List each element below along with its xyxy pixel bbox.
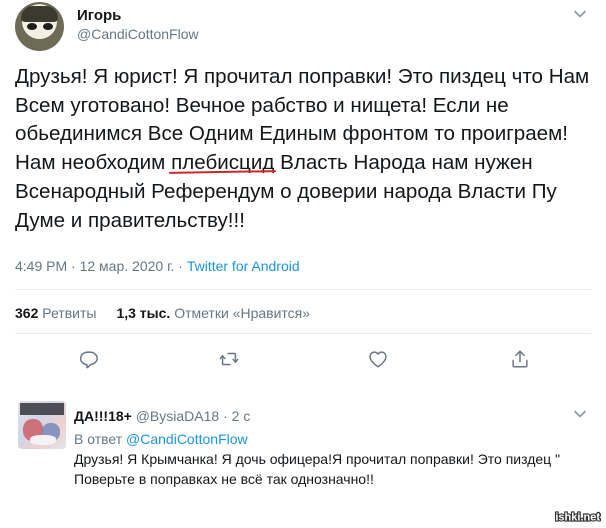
watermark-text: Fishki.net: [555, 512, 600, 524]
reply-author-name[interactable]: ДА!!!18+: [74, 408, 132, 424]
author-avatar[interactable]: [15, 2, 64, 51]
like-icon[interactable]: [367, 348, 389, 370]
tweet-source[interactable]: Twitter for Android: [187, 258, 300, 274]
reply-to-line: В ответ @CandiCottonFlow: [74, 431, 248, 447]
reply-icon[interactable]: [77, 348, 99, 370]
likes-stat[interactable]: 1,3 тыс. Отметки «Нравится»: [116, 305, 310, 321]
fishki-watermark: Fishki.net: [555, 510, 601, 524]
retweets-label: Ретвиты: [42, 305, 97, 321]
main-tweet: Игорь @CandiCottonFlow Друзья! Я юрист! …: [0, 0, 606, 390]
meta-separator: ·: [219, 408, 232, 424]
meta-separator: ·: [174, 258, 187, 274]
retweets-stat[interactable]: 362 Ретвиты: [15, 305, 96, 321]
chevron-down-icon[interactable]: [570, 404, 590, 424]
author-name[interactable]: Игорь: [77, 7, 121, 24]
tweet-stats: 362 Ретвиты 1,3 тыс. Отметки «Нравится»: [15, 305, 310, 321]
tweet-actions: [0, 343, 606, 373]
likes-count: 1,3 тыс.: [116, 305, 171, 321]
reply-author-handle[interactable]: @BysiaDA18: [136, 408, 219, 424]
reply-avatar[interactable]: [18, 401, 66, 449]
retweet-icon[interactable]: [218, 348, 240, 370]
reply-to-handle[interactable]: @CandiCottonFlow: [126, 431, 248, 447]
reply-header: ДА!!!18+ @BysiaDA18 · 2 с: [74, 408, 250, 424]
reply-tweet: ДА!!!18+ @BysiaDA18 · 2 с В ответ @Candi…: [0, 390, 606, 528]
reply-text: Друзья! Я Крымчанка! Я дочь офицера!Я пр…: [74, 451, 561, 487]
author-handle[interactable]: @CandiCottonFlow: [77, 26, 199, 42]
meta-separator: ·: [67, 258, 80, 274]
divider: [15, 289, 591, 290]
chevron-down-icon[interactable]: [570, 4, 590, 24]
likes-label: Отметки «Нравится»: [174, 305, 311, 321]
reply-time[interactable]: 2 с: [232, 408, 251, 424]
underlined-word: плебисцид: [171, 151, 275, 175]
reply-to-label: В ответ: [74, 431, 123, 447]
tweet-text: Друзья! Я юрист! Я прочитал поправки! Эт…: [15, 63, 600, 235]
tweet-time[interactable]: 4:49 PM: [15, 258, 67, 274]
tweet-date[interactable]: 12 мар. 2020 г.: [80, 258, 175, 274]
share-icon[interactable]: [509, 348, 531, 370]
tweet-meta: 4:49 PM · 12 мар. 2020 г. · Twitter for …: [15, 258, 300, 274]
retweets-count: 362: [15, 305, 39, 321]
divider: [15, 333, 591, 334]
